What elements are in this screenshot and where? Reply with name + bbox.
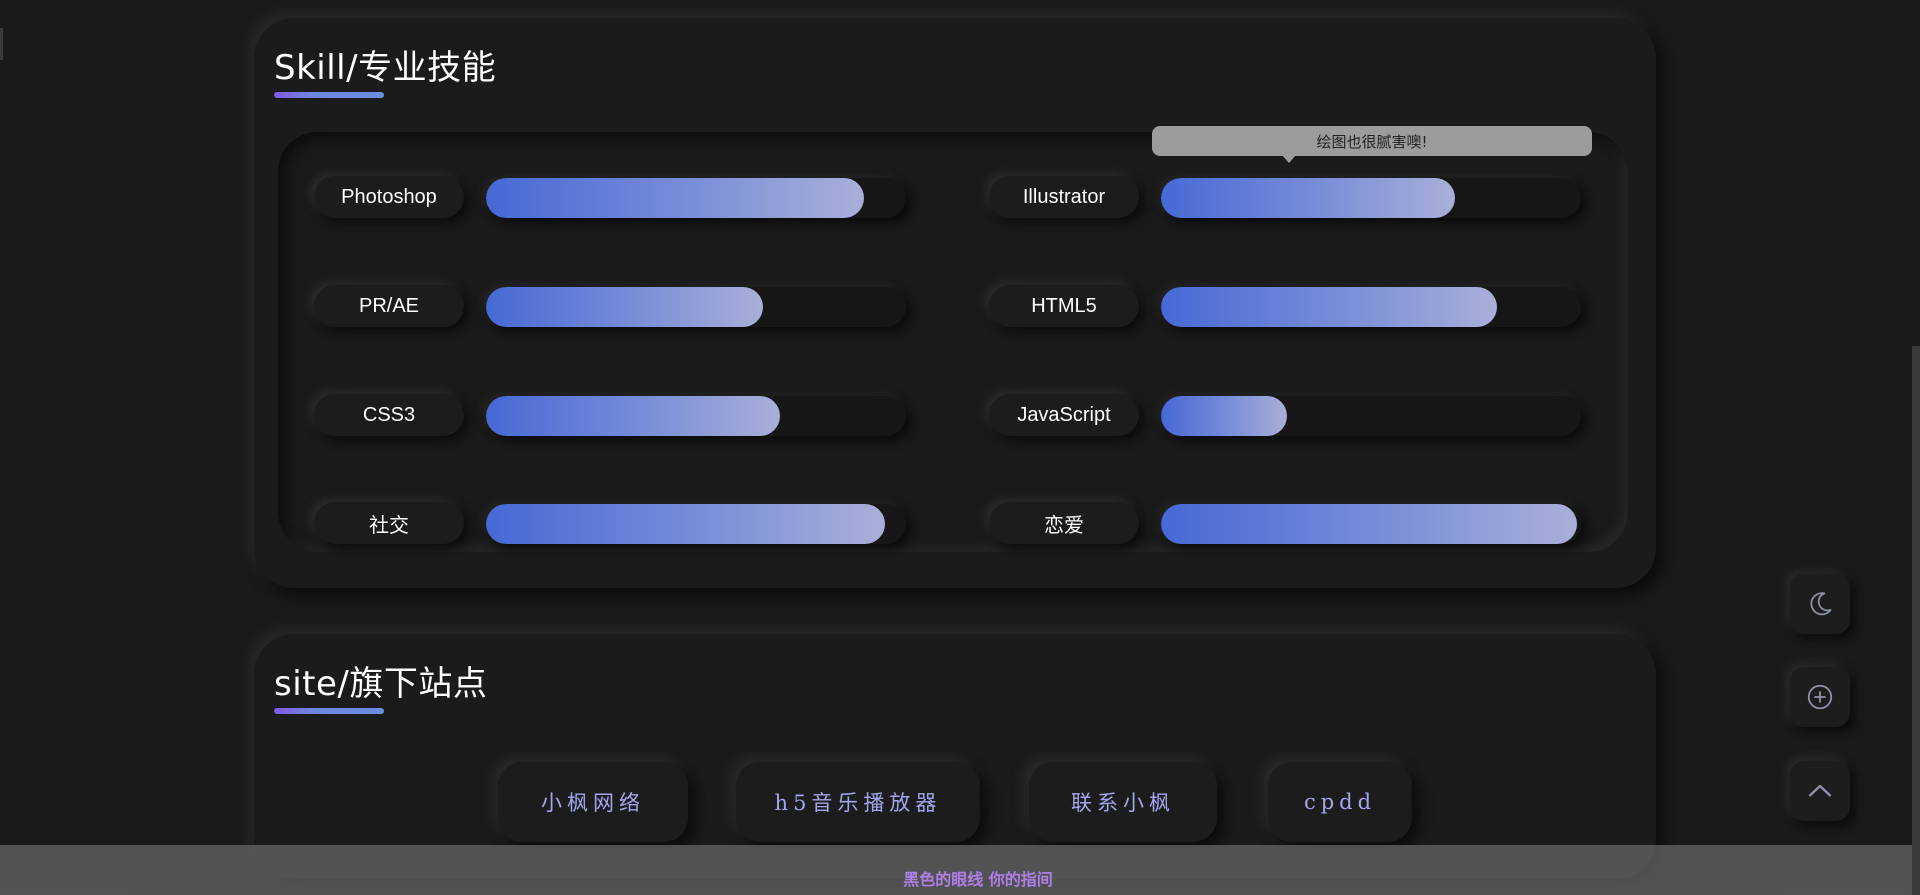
page-scrollbar[interactable] (1912, 346, 1920, 895)
plus-circle-icon (1807, 684, 1833, 710)
chevron-up-icon (1808, 784, 1832, 797)
skill-card: Skill/专业技能 Photoshop Illustrator PR/AE H… (254, 18, 1656, 588)
skill-track (1161, 178, 1581, 218)
skill-track (486, 287, 906, 327)
site-link-contact[interactable]: 联系小枫 (1029, 762, 1217, 842)
skill-fill (1161, 178, 1455, 218)
skill-track (1161, 396, 1581, 436)
site-link-cpdd[interactable]: cpdd (1268, 762, 1412, 842)
dark-mode-button[interactable] (1790, 574, 1850, 634)
skill-section-title: Skill/专业技能 (274, 48, 497, 88)
add-button[interactable] (1790, 667, 1850, 727)
skill-title-underline (274, 92, 384, 98)
skill-label: HTML5 (989, 285, 1139, 327)
site-link-xiaofeng-network[interactable]: 小枫网络 (498, 762, 688, 842)
skill-fill (486, 504, 885, 544)
moon-icon (1810, 592, 1832, 616)
skill-fill (1161, 396, 1287, 436)
skill-label: CSS3 (314, 394, 464, 436)
back-to-top-button[interactable] (1790, 761, 1850, 821)
edge-scroll-indicator (0, 28, 3, 60)
skill-fill (1161, 287, 1497, 327)
skill-label: JavaScript (989, 394, 1139, 436)
footer-bar: 黑色的眼线 你的指间 (0, 845, 1920, 895)
skill-track (1161, 504, 1581, 544)
site-section-title: site/旗下站点 (274, 664, 488, 704)
skill-track (486, 396, 906, 436)
skill-label: Photoshop (314, 176, 464, 218)
skill-label: 社交 (314, 502, 464, 544)
skill-track (486, 178, 906, 218)
skill-panel: Photoshop Illustrator PR/AE HTML5 CSS3 J… (278, 132, 1628, 552)
skill-track (486, 504, 906, 544)
skill-label: 恋爱 (989, 502, 1139, 544)
site-card: site/旗下站点 小枫网络 h5音乐播放器 联系小枫 cpdd (254, 634, 1656, 879)
skill-fill (486, 287, 764, 327)
site-title-underline (274, 708, 384, 714)
page: Skill/专业技能 Photoshop Illustrator PR/AE H… (0, 0, 1920, 895)
skill-track (1161, 287, 1581, 327)
skill-label: PR/AE (314, 285, 464, 327)
site-link-h5-music-player[interactable]: h5音乐播放器 (736, 762, 980, 842)
skill-tooltip: 绘图也很腻害噢! (1152, 126, 1592, 163)
skill-fill (1161, 504, 1577, 544)
skill-label: Illustrator (989, 176, 1139, 218)
footer-text: 黑色的眼线 你的指间 (903, 870, 1053, 889)
site-links: 小枫网络 h5音乐播放器 联系小枫 cpdd (254, 762, 1656, 852)
skill-fill (486, 178, 864, 218)
skill-fill (486, 396, 780, 436)
